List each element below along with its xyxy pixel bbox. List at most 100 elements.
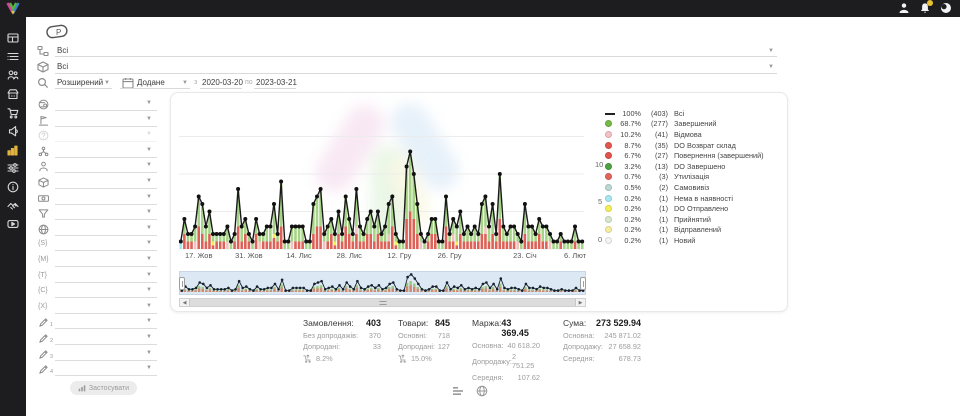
sidebar-item-store[interactable] (0, 85, 26, 104)
cart-up-icon (303, 354, 312, 363)
sidebar-item-dashboard[interactable] (0, 29, 26, 48)
legend-label: Утилізація (674, 172, 709, 181)
dropdown-field[interactable] (55, 328, 157, 329)
legend-line-swatch (605, 112, 615, 115)
legend-item[interactable]: 0.2%(1)Нема в наявності (605, 193, 783, 204)
dropdown-field[interactable] (55, 282, 157, 283)
dropdown-field[interactable] (55, 266, 157, 267)
stat-sub-row: Середня:107.62 (472, 373, 540, 382)
navigator-left-handle[interactable] (179, 277, 185, 290)
dropdown-field[interactable] (55, 141, 157, 142)
date-to-input[interactable]: 2023-03-21 (256, 78, 297, 87)
stat-sub-row: Основна:40 618.20 (472, 341, 540, 350)
avatar-icon[interactable] (940, 2, 952, 14)
dropdown-field[interactable] (55, 172, 157, 173)
dropdown-field[interactable] (55, 360, 157, 361)
legend-dot-swatch (605, 120, 615, 127)
orders-timeline-chart[interactable] (179, 101, 593, 259)
apply-filters-button[interactable]: Застосувати (70, 381, 137, 395)
chart-navigator[interactable] (179, 271, 586, 295)
sidebar-item-cart[interactable] (0, 103, 26, 122)
sidebar-item-orders-list[interactable] (0, 48, 26, 67)
legend-label: Самовивіз (674, 183, 709, 192)
date-from-input[interactable]: 2020-03-20 (202, 78, 243, 87)
sidebar-item-settings-sliders[interactable] (0, 159, 26, 178)
dropdown-field[interactable] (55, 157, 157, 158)
legend-item[interactable]: 3.2%(13)DO Завершено (605, 161, 783, 172)
legend-item[interactable]: 68.7%(277)Завершений (605, 119, 783, 130)
legend-item[interactable]: 6.7%(27)Повернення (завершений) (605, 150, 783, 161)
dropdown-field[interactable] (55, 344, 157, 345)
scroll-right-arrow-icon[interactable]: ▶ (576, 299, 585, 306)
navigator-right-handle[interactable] (580, 277, 586, 290)
legend-count: (1) (641, 236, 668, 245)
stat-sub-value: 370 (369, 331, 381, 340)
chevron-down-icon: ▼ (768, 64, 774, 70)
dropdown-field[interactable] (55, 110, 157, 111)
app-logo-icon[interactable] (6, 2, 20, 15)
dropdown-field[interactable] (55, 126, 157, 127)
date-from-label: з (194, 79, 197, 86)
legend-percent: 3.2% (615, 162, 641, 171)
dropdown-field[interactable] (55, 250, 157, 251)
legend-item[interactable]: 10.2%(41)Відмова (605, 129, 783, 140)
legend-item[interactable]: 0.7%(3)Утилізація (605, 172, 783, 183)
search-mode-select[interactable]: Розширений (57, 78, 103, 87)
legend-item[interactable]: 0.2%(1)Новий (605, 235, 783, 246)
dropdown-field[interactable] (55, 235, 157, 236)
globe-view-icon[interactable] (476, 385, 488, 397)
sidebar-item-announcements[interactable] (0, 122, 26, 141)
sidebar-item-video-tutorials[interactable] (0, 215, 26, 234)
dropdown-field[interactable] (55, 204, 157, 205)
sidebar-item-info[interactable] (0, 178, 26, 197)
sidebar-item-partners[interactable] (0, 196, 26, 215)
stat-sub-row: Без допродажів:370 (303, 331, 381, 340)
legend-dot-swatch (605, 152, 615, 159)
status-filter-value: Всі (57, 46, 68, 55)
legend-percent: 0.2% (615, 225, 641, 234)
legend-item[interactable]: 0.2%(1)DO Отправлено (605, 203, 783, 214)
dropdown-field[interactable] (55, 313, 157, 314)
legend-item[interactable]: 0.2%(1)Відправлений (605, 225, 783, 236)
chevron-down-icon: ▼ (146, 303, 152, 309)
stat-sub-row: Допродажу:2 751.25 (472, 352, 540, 370)
dropdown-field[interactable] (55, 188, 157, 189)
dropdown-field[interactable] (55, 219, 157, 220)
dropdown-field[interactable] (55, 297, 157, 298)
legend-item[interactable]: 0.5%(2)Самовивіз (605, 182, 783, 193)
legend-count: (1) (641, 215, 668, 224)
pencil-icon (38, 349, 49, 360)
sidebar-item-users[interactable] (0, 66, 26, 85)
search-icon[interactable] (37, 77, 49, 89)
chevron-down-icon: ▼ (146, 240, 152, 246)
legend-item[interactable]: 100%(403)Всі (605, 108, 783, 119)
list-view-icon[interactable] (452, 385, 464, 397)
user-icon[interactable] (898, 2, 910, 14)
bell-icon[interactable] (919, 2, 931, 14)
legend-item[interactable]: 8.7%(35)DO Возврат склад (605, 140, 783, 151)
stat-sub-label: Допродажу: (472, 357, 512, 366)
scroll-left-arrow-icon[interactable]: ◀ (180, 299, 189, 306)
legend-dot-swatch (605, 173, 615, 180)
legend-percent: 0.5% (615, 183, 641, 192)
analytics-page: P Всі ▼ Всі ▼ Розширений ▼ (0, 0, 960, 416)
legend-item[interactable]: 0.2%(1)Прийнятий (605, 214, 783, 225)
x-tick-label: 31. Жов (235, 251, 263, 260)
chevron-down-icon: ▼ (146, 100, 152, 106)
brace-variable-icon: {M} (38, 256, 49, 267)
scrollbar-thumb[interactable] (189, 299, 576, 306)
date-field-select[interactable]: Додане (137, 78, 165, 87)
dropdown-field[interactable] (55, 375, 157, 376)
legend-percent: 10.2% (615, 130, 641, 139)
date-to-label: по (245, 79, 253, 86)
chat-p-icon[interactable]: P (44, 24, 70, 40)
sidebar-item-analytics[interactable] (0, 141, 26, 160)
legend-dot-swatch (605, 142, 615, 149)
chevron-down-icon: ▼ (146, 318, 152, 324)
pencil-number: 1 (50, 322, 53, 328)
pencil-icon (38, 333, 49, 344)
chart-scrollbar[interactable]: ◀ ▶ (179, 298, 586, 307)
announcements (7, 125, 19, 137)
video-tutorials (7, 218, 19, 230)
network-icon (38, 146, 49, 157)
